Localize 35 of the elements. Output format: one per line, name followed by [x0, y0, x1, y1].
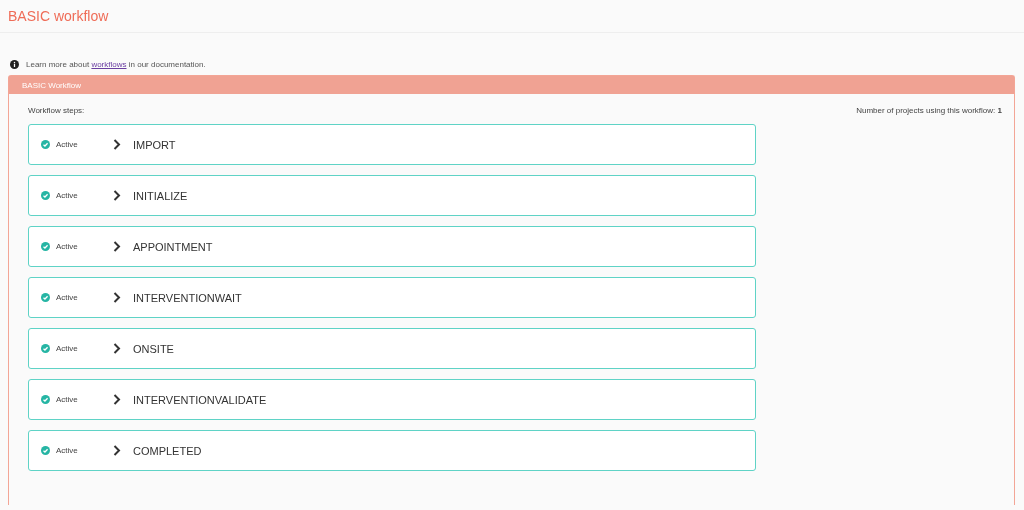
step-card[interactable]: Active INTERVENTIONWAIT: [28, 277, 756, 318]
chevron-icon[interactable]: [113, 241, 121, 252]
projects-count-text: Number of projects using this workflow: 1: [856, 106, 1002, 115]
status-label: Active: [56, 293, 78, 302]
step-name: APPOINTMENT: [133, 240, 213, 253]
status-label: Active: [56, 446, 78, 455]
status-label: Active: [56, 191, 78, 200]
status-label: Active: [56, 242, 78, 251]
info-text: Learn more about workflows in our documentation.: [26, 59, 206, 69]
step-name: IMPORT: [133, 138, 176, 151]
chevron-icon[interactable]: [113, 190, 121, 201]
panel-title: BASIC Workflow: [22, 80, 81, 90]
chevron-icon[interactable]: [113, 394, 121, 405]
step-card[interactable]: Active COMPLETED: [28, 430, 756, 471]
step-name: INITIALIZE: [133, 189, 188, 202]
step-name: INTERVENTIONVALIDATE: [133, 393, 267, 406]
info-icon: [10, 59, 19, 69]
chevron-icon[interactable]: [113, 445, 121, 456]
step-name: COMPLETED: [133, 444, 202, 457]
steps-label: Workflow steps:: [28, 106, 85, 115]
workflows-link[interactable]: workflows: [91, 59, 127, 69]
status-label: Active: [56, 140, 78, 149]
step-card[interactable]: Active INITIALIZE: [28, 175, 756, 216]
step-card[interactable]: Active INTERVENTIONVALIDATE: [28, 379, 756, 420]
chevron-icon[interactable]: [113, 292, 121, 303]
page-title: BASIC workflow: [8, 8, 109, 24]
step-card[interactable]: Active ONSITE: [28, 328, 756, 369]
step-card[interactable]: Active APPOINTMENT: [28, 226, 756, 267]
step-name: ONSITE: [133, 342, 174, 355]
chevron-icon[interactable]: [113, 343, 121, 354]
step-card[interactable]: Active IMPORT: [28, 124, 756, 165]
step-name: INTERVENTIONWAIT: [133, 291, 242, 304]
status-label: Active: [56, 395, 78, 404]
status-label: Active: [56, 344, 78, 353]
chevron-icon[interactable]: [113, 139, 121, 150]
